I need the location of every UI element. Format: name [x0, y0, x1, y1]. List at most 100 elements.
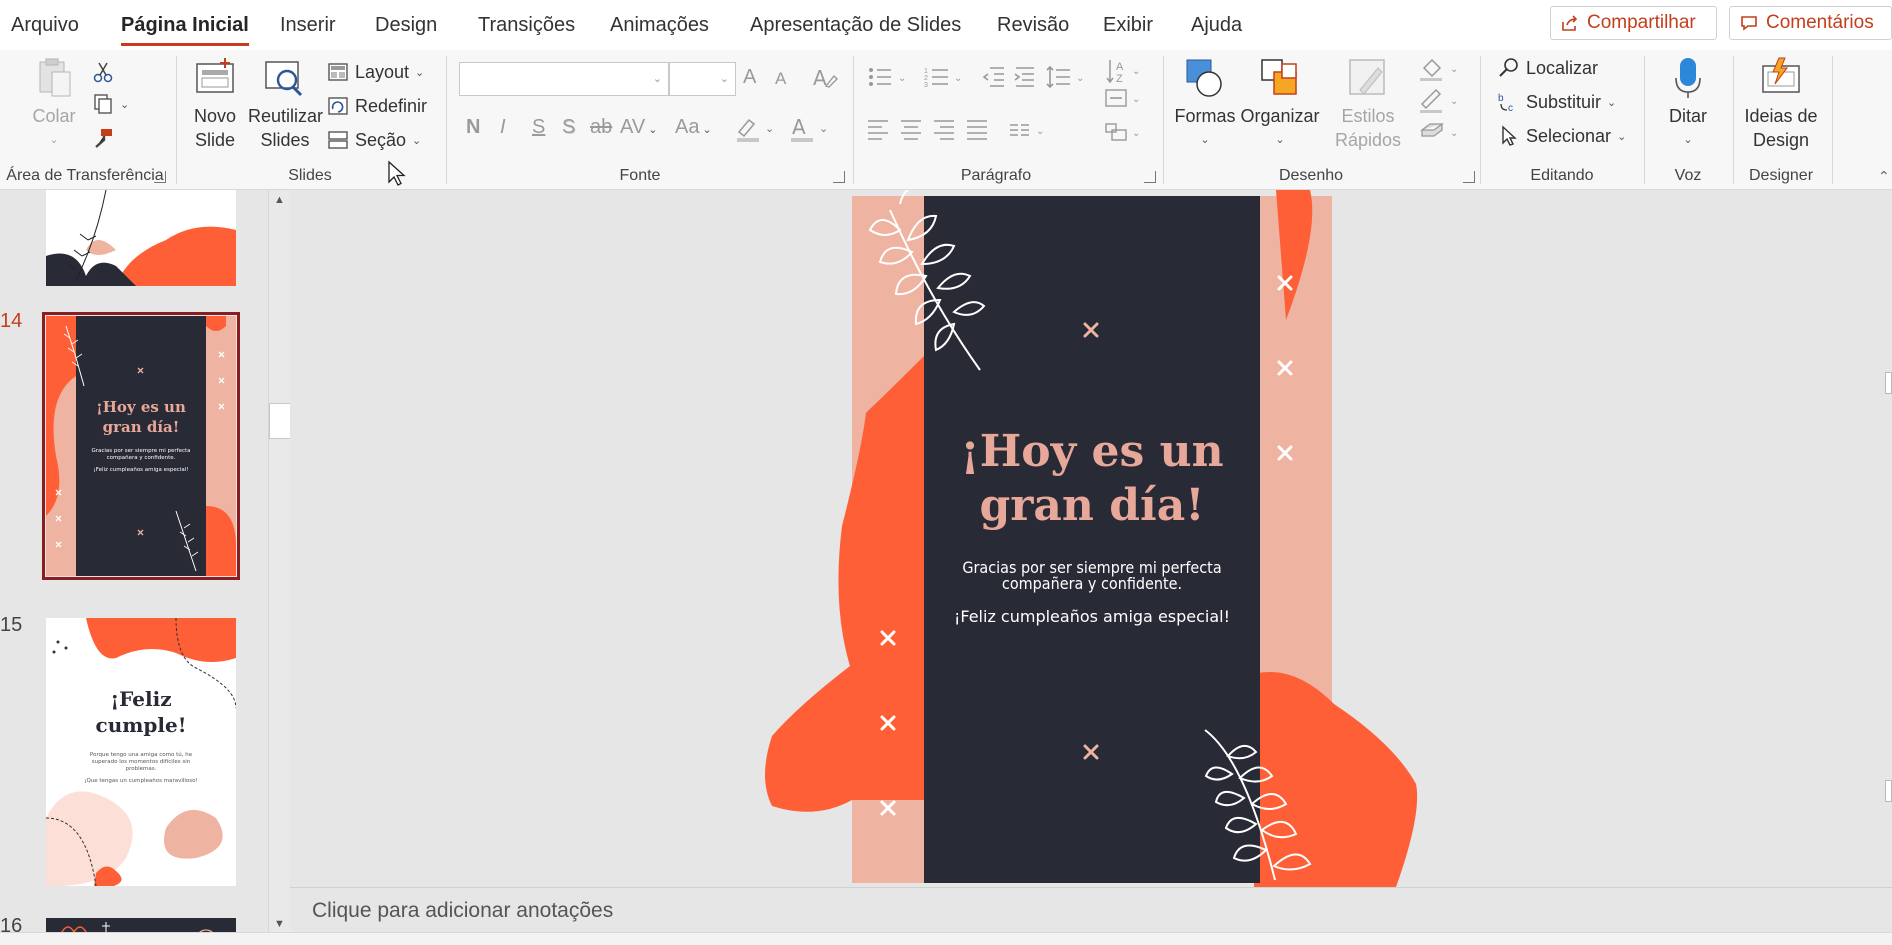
tab-review[interactable]: Revisão	[997, 14, 1069, 37]
decrease-indent-icon[interactable]	[982, 67, 1004, 87]
menu-bar: Arquivo Página Inicial Inserir Design Tr…	[0, 0, 1892, 50]
increase-indent-icon[interactable]	[1014, 67, 1034, 87]
clear-formatting-icon[interactable]: A	[812, 66, 838, 90]
shape-outline-icon[interactable]: ⌄	[1420, 88, 1458, 113]
dictate-button[interactable]: Ditar ⌄	[1656, 56, 1720, 152]
quick-styles-button[interactable]: Estilos Rápidos	[1320, 56, 1416, 152]
numbering-icon[interactable]: 123 ⌄	[924, 68, 962, 89]
thumb-14-body2: ¡Feliz cumpleaños amiga especial!	[94, 467, 189, 473]
slide-thumbnail-15[interactable]: ¡Feliz cumple! Porque tengo una amiga co…	[46, 618, 236, 886]
slide-body-text[interactable]: Gracias por ser siempre mi perfecta comp…	[924, 560, 1260, 592]
format-painter-button[interactable]	[92, 124, 114, 152]
slide-thumbnail-13[interactable]	[46, 190, 236, 286]
font-launcher-icon[interactable]	[833, 171, 845, 183]
smartart-icon[interactable]: ⌄	[1105, 123, 1140, 141]
reset-button[interactable]: Redefinir	[327, 92, 427, 120]
change-case-button[interactable]: Aa ⌄	[675, 116, 712, 139]
tab-home[interactable]: Página Inicial	[121, 14, 249, 46]
cut-button[interactable]	[92, 58, 114, 86]
current-slide-canvas[interactable]	[290, 190, 1892, 887]
bold-button[interactable]: N	[466, 116, 480, 139]
paintbrush-icon	[95, 129, 112, 148]
copy-icon	[94, 94, 112, 114]
scroll-down-icon[interactable]: ▼	[274, 918, 285, 930]
tab-slide-show[interactable]: Apresentação de Slides	[750, 14, 961, 37]
share-button[interactable]: Compartilhar	[1550, 6, 1717, 40]
collapse-ribbon-icon[interactable]: ⌃	[1878, 168, 1890, 185]
character-spacing-button[interactable]: AV ⌄	[620, 116, 657, 139]
new-slide-button[interactable]: Novo Slide	[186, 56, 244, 152]
paste-button[interactable]: Colar ⌄	[28, 56, 80, 152]
slide-closing-text[interactable]: ¡Feliz cumpleaños amiga especial!	[924, 607, 1260, 626]
replace-button[interactable]: bc Substituir ⌄	[1498, 88, 1616, 116]
shape-fill-icon[interactable]: ⌄	[1420, 58, 1458, 81]
svg-text:⌄: ⌄	[819, 123, 828, 135]
shape-effects-icon[interactable]: ⌄	[1420, 123, 1458, 139]
text-direction-column: AZ ⌄ ⌄ ⌄	[1105, 60, 1140, 141]
bullets-icon[interactable]: ⌄	[869, 68, 906, 86]
line-spacing-icon[interactable]: ⌄	[1046, 65, 1084, 89]
font-color-icon[interactable]: A ⌄	[789, 114, 829, 144]
align-text-icon[interactable]: ⌄	[1105, 89, 1140, 107]
svg-text:1: 1	[924, 68, 928, 75]
justify-icon[interactable]	[967, 120, 987, 140]
reuse-slides-button[interactable]: Reutilizar Slides	[248, 56, 323, 152]
text-direction-icon[interactable]: AZ ⌄	[1106, 60, 1140, 85]
clipboard-launcher-icon[interactable]	[154, 171, 166, 183]
paragraph-group-label: Parágrafo	[960, 167, 1032, 184]
arrange-button[interactable]: Organizar ⌄	[1240, 56, 1320, 152]
shadow-button[interactable]: S	[562, 116, 575, 139]
mouse-pointer-icon	[388, 160, 406, 186]
highlight-color-icon[interactable]: ⌄	[735, 114, 775, 144]
svg-text:⌄: ⌄	[1450, 96, 1458, 107]
tab-insert[interactable]: Inserir	[280, 14, 336, 37]
thumbnail-scrollbar[interactable]: ▲ ▼	[268, 190, 291, 935]
section-button[interactable]: Seção ⌄	[327, 126, 421, 154]
slide-thumbnail-14[interactable]: ¡Hoy es un gran día! Gracias por ser sie…	[46, 316, 236, 576]
notes-pane[interactable]: Clique para adicionar anotações	[290, 887, 1892, 932]
design-ideas-button[interactable]: Ideias de Design	[1740, 56, 1822, 152]
underline-button[interactable]: S	[532, 116, 545, 139]
scroll-up-icon[interactable]: ▲	[274, 194, 285, 206]
slide-title[interactable]: ¡Hoy es un gran día!	[924, 425, 1260, 533]
align-right-icon[interactable]	[934, 120, 954, 140]
dictate-label: Ditar	[1668, 106, 1707, 126]
font-name-combobox[interactable]: ⌄	[459, 62, 669, 96]
layout-button[interactable]: Layout ⌄	[327, 58, 424, 86]
new-slide-icon	[193, 56, 237, 100]
copy-button[interactable]: ⌄	[92, 90, 129, 118]
grow-font-icon[interactable]: A	[743, 66, 756, 89]
notes-placeholder: Clique para adicionar anotações	[312, 899, 614, 922]
layout-icon	[328, 63, 348, 81]
italic-button[interactable]: I	[500, 116, 506, 139]
comments-button[interactable]: Comentários	[1729, 6, 1892, 40]
slide-body-line2: compañera y confidente.	[1001, 574, 1183, 593]
paragraph-launcher-icon[interactable]	[1144, 171, 1156, 183]
align-left-icon[interactable]	[868, 120, 888, 140]
right-scroll-handle[interactable]	[1885, 372, 1892, 394]
shape-format-column: ⌄ ⌄ ⌄	[1420, 58, 1458, 139]
tab-help[interactable]: Ajuda	[1191, 14, 1242, 37]
font-size-combobox[interactable]: ⌄	[669, 62, 736, 96]
right-scroll-handle-lower[interactable]	[1885, 780, 1892, 802]
change-case-label: Aa	[675, 116, 700, 138]
shapes-button[interactable]: Formas ⌄	[1174, 56, 1236, 152]
scissors-icon	[93, 62, 113, 83]
select-button[interactable]: Selecionar ⌄	[1498, 122, 1626, 150]
paste-icon	[32, 56, 76, 100]
tab-design[interactable]: Design	[375, 14, 437, 37]
columns-icon[interactable]: ⌄	[1010, 124, 1044, 137]
tab-transitions[interactable]: Transições	[478, 14, 575, 37]
slide-thumbnail-panel: 14 ¡Hoy es un gran día! Gracias por ser …	[0, 190, 268, 945]
tab-file[interactable]: Arquivo	[11, 14, 79, 37]
drawing-launcher-icon[interactable]	[1463, 171, 1475, 183]
tab-animations[interactable]: Animações	[610, 14, 709, 37]
find-button[interactable]: Localizar	[1498, 54, 1598, 82]
align-center-icon[interactable]	[901, 120, 921, 140]
drawing-group-label: Desenho	[1278, 167, 1344, 184]
tab-view[interactable]: Exibir	[1103, 14, 1153, 37]
strikethrough-button[interactable]: ab	[590, 116, 612, 139]
ribbon: Colar ⌄ ⌄ Área de Transferência Novo Sli…	[0, 50, 1892, 190]
shrink-font-icon[interactable]: A	[775, 69, 786, 89]
scrollbar-thumb[interactable]	[269, 403, 291, 439]
